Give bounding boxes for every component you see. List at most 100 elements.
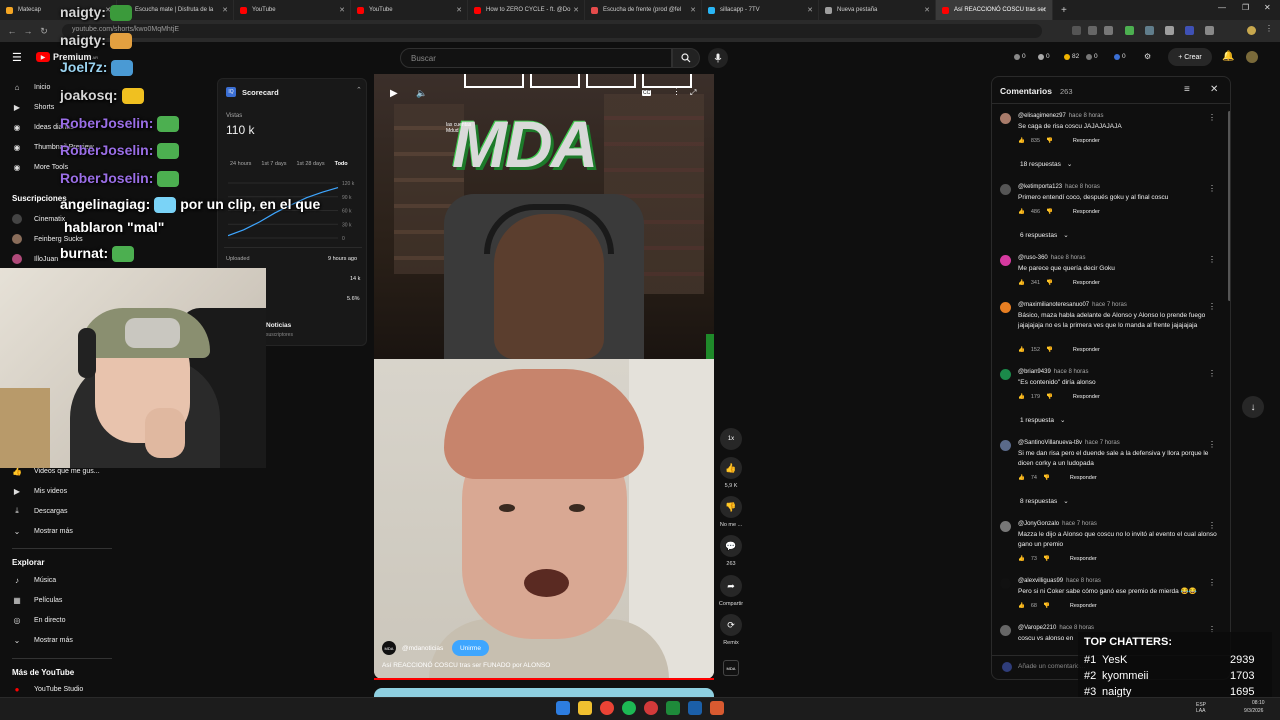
bookmark-star-icon[interactable] (1104, 26, 1113, 35)
range-tab[interactable]: 24 hours (230, 161, 251, 167)
tab-close-icon[interactable]: ✕ (1041, 6, 1047, 14)
reply-button[interactable]: Responder (1073, 280, 1100, 286)
close-icon[interactable]: ✕ (1210, 84, 1218, 95)
counter-icon[interactable] (1114, 54, 1120, 60)
voice-search-button[interactable] (708, 48, 728, 68)
counter-icon[interactable] (1038, 54, 1044, 60)
tab-close-icon[interactable]: ✕ (456, 6, 462, 14)
commenter-avatar[interactable] (1000, 255, 1011, 266)
user-avatar[interactable] (1246, 51, 1258, 63)
tab-close-icon[interactable]: ✕ (807, 6, 813, 14)
like-comment-icon[interactable]: 👍 (1018, 603, 1025, 609)
reply-button[interactable]: Responder (1073, 138, 1100, 144)
like-comment-icon[interactable]: 👍 (1018, 394, 1025, 400)
comment-author-handle[interactable]: @SantinoVillanueva-t8v (1018, 440, 1082, 446)
minimize-icon[interactable]: — (1218, 3, 1226, 12)
comment-author[interactable]: @ruso-360 hace 8 horas (1018, 255, 1085, 261)
view-replies-button[interactable]: 1 respuesta ⌄ (1020, 416, 1065, 424)
close-window-icon[interactable]: ✕ (1264, 3, 1271, 12)
comment-author[interactable]: @maximilianoteresanuo07 hace 7 horas (1018, 302, 1127, 308)
dislike-comment-icon[interactable]: 👎 (1046, 280, 1053, 286)
comment-author[interactable]: @brian9439 hace 8 horas (1018, 369, 1088, 375)
like-comment-icon[interactable]: 👍 (1018, 138, 1025, 144)
like-comment-icon[interactable]: 👍 (1018, 280, 1025, 286)
counter-icon[interactable] (1086, 54, 1092, 60)
dislike-comment-icon[interactable]: 👎 (1046, 347, 1053, 353)
comment-author-handle[interactable]: @ruso-360 (1018, 255, 1048, 261)
range-tab[interactable]: Todo (335, 161, 348, 167)
next-short-preview[interactable] (374, 688, 714, 697)
video-bottom-frame[interactable]: MDA @mdanoticias Unirme Así REACCIONÓ CO… (374, 359, 714, 679)
view-replies-button[interactable]: 18 respuestas ⌄ (1020, 160, 1072, 168)
browser-tab[interactable]: YouTube ✕ (351, 0, 468, 20)
comment-menu-icon[interactable]: ⋮ (1208, 578, 1216, 587)
volume-icon[interactable]: 🔈 (416, 88, 427, 99)
settings-gear-icon[interactable]: ⚙ (1144, 52, 1151, 61)
commenter-avatar[interactable] (1000, 440, 1011, 451)
forward-icon[interactable]: → (20, 26, 36, 36)
browser-tab[interactable]: Nueva pestaña ✕ (819, 0, 936, 20)
comment-menu-icon[interactable]: ⋮ (1208, 440, 1216, 449)
extension-icon[interactable] (1185, 26, 1194, 35)
captions-button[interactable]: CC (642, 90, 652, 96)
extension-icon[interactable] (1072, 26, 1081, 35)
extension-icon[interactable] (1088, 26, 1097, 35)
chrome-icon[interactable] (600, 701, 614, 715)
extensions-puzzle-icon[interactable] (1205, 26, 1214, 35)
range-tab[interactable]: 1st 28 days (296, 161, 324, 167)
like-comment-icon[interactable]: 👍 (1018, 556, 1025, 562)
address-bar[interactable]: youtube.com/shorts/kwo0MqMhtjE (62, 24, 1042, 38)
browser-tab[interactable]: Escucha de frente (prod @fel ✕ (585, 0, 702, 20)
next-video-arrow-icon[interactable]: ↓ (1242, 396, 1264, 418)
maximize-icon[interactable]: ❐ (1242, 3, 1249, 12)
search-input[interactable]: Buscar (400, 48, 672, 68)
search-button[interactable] (672, 48, 700, 68)
commenter-avatar[interactable] (1000, 369, 1011, 380)
extension-icon[interactable] (1125, 26, 1134, 35)
extension-icon[interactable] (1165, 26, 1174, 35)
comment-author[interactable]: @ketimporta123 hace 8 horas (1018, 184, 1100, 190)
tab-close-icon[interactable]: ✕ (924, 6, 930, 14)
comment-author-handle[interactable]: @elisagimenez97 (1018, 113, 1066, 119)
start-menu-icon[interactable] (556, 701, 570, 715)
comment-author-handle[interactable]: @maximilianoteresanuo07 (1018, 302, 1089, 308)
play-icon[interactable]: ▶ (390, 88, 398, 99)
like-comment-icon[interactable]: 👍 (1018, 475, 1025, 481)
view-replies-button[interactable]: 6 respuestas ⌄ (1020, 231, 1069, 239)
clock-time[interactable]: 08:10 (1252, 700, 1265, 706)
sidebar-item[interactable]: ◎ En directo (0, 611, 115, 629)
back-icon[interactable]: ← (4, 26, 20, 36)
reply-button[interactable]: Responder (1070, 603, 1097, 609)
commenter-avatar[interactable] (1000, 578, 1011, 589)
profile-avatar[interactable] (1247, 26, 1256, 35)
dislike-comment-icon[interactable]: 👎 (1046, 209, 1053, 215)
create-button[interactable]: + Crear (1168, 48, 1212, 66)
speed-button[interactable]: 1x (720, 428, 742, 450)
comment-author[interactable]: @Varope2210 hace 8 horas (1018, 625, 1094, 631)
sidebar-item[interactable]: ▶ Mis videos (0, 482, 115, 500)
browser-tab[interactable]: Así REACCIONÓ COSCU tras ser ✕ (936, 0, 1053, 20)
comment-author-handle[interactable]: @Varope2210 (1018, 625, 1056, 631)
comment-author-handle[interactable]: @brian9439 (1018, 369, 1051, 375)
progress-bar[interactable] (374, 678, 714, 680)
view-replies-button[interactable]: 8 respuestas ⌄ (1020, 497, 1069, 505)
reply-button[interactable]: Responder (1070, 475, 1097, 481)
range-tab[interactable]: 1st 7 days (261, 161, 286, 167)
clock-date[interactable]: 9/3/2026 (1244, 708, 1263, 714)
browser-tab[interactable]: Escucha mate | Disfruta de la ✕ (117, 0, 234, 20)
steam-icon[interactable] (688, 701, 702, 715)
reload-icon[interactable]: ↻ (36, 26, 52, 37)
video-top-frame[interactable]: MDA las cuentas Mdud ▶ 🔈 CC ⋮ ⤢ (374, 74, 714, 359)
reply-button[interactable]: Responder (1073, 347, 1100, 353)
hamburger-menu-icon[interactable]: ☰ (12, 51, 22, 64)
dislike-comment-icon[interactable]: 👎 (1043, 556, 1050, 562)
comment-author[interactable]: @SantinoVillanueva-t8v hace 7 horas (1018, 440, 1120, 446)
excel-icon[interactable] (666, 701, 680, 715)
sidebar-item[interactable]: ⌄ Mostrar más (0, 631, 115, 649)
sidebar-item[interactable]: ● YouTube Studio (0, 680, 115, 698)
browser-menu-icon[interactable]: ⋮ (1265, 24, 1274, 33)
dislike-comment-icon[interactable]: 👎 (1046, 394, 1053, 400)
more-options-icon[interactable]: ⋮ (672, 86, 681, 97)
add-comment-input[interactable]: Añade un comentario... (1018, 663, 1085, 670)
language-indicator[interactable]: ESP LAA (1196, 702, 1206, 714)
